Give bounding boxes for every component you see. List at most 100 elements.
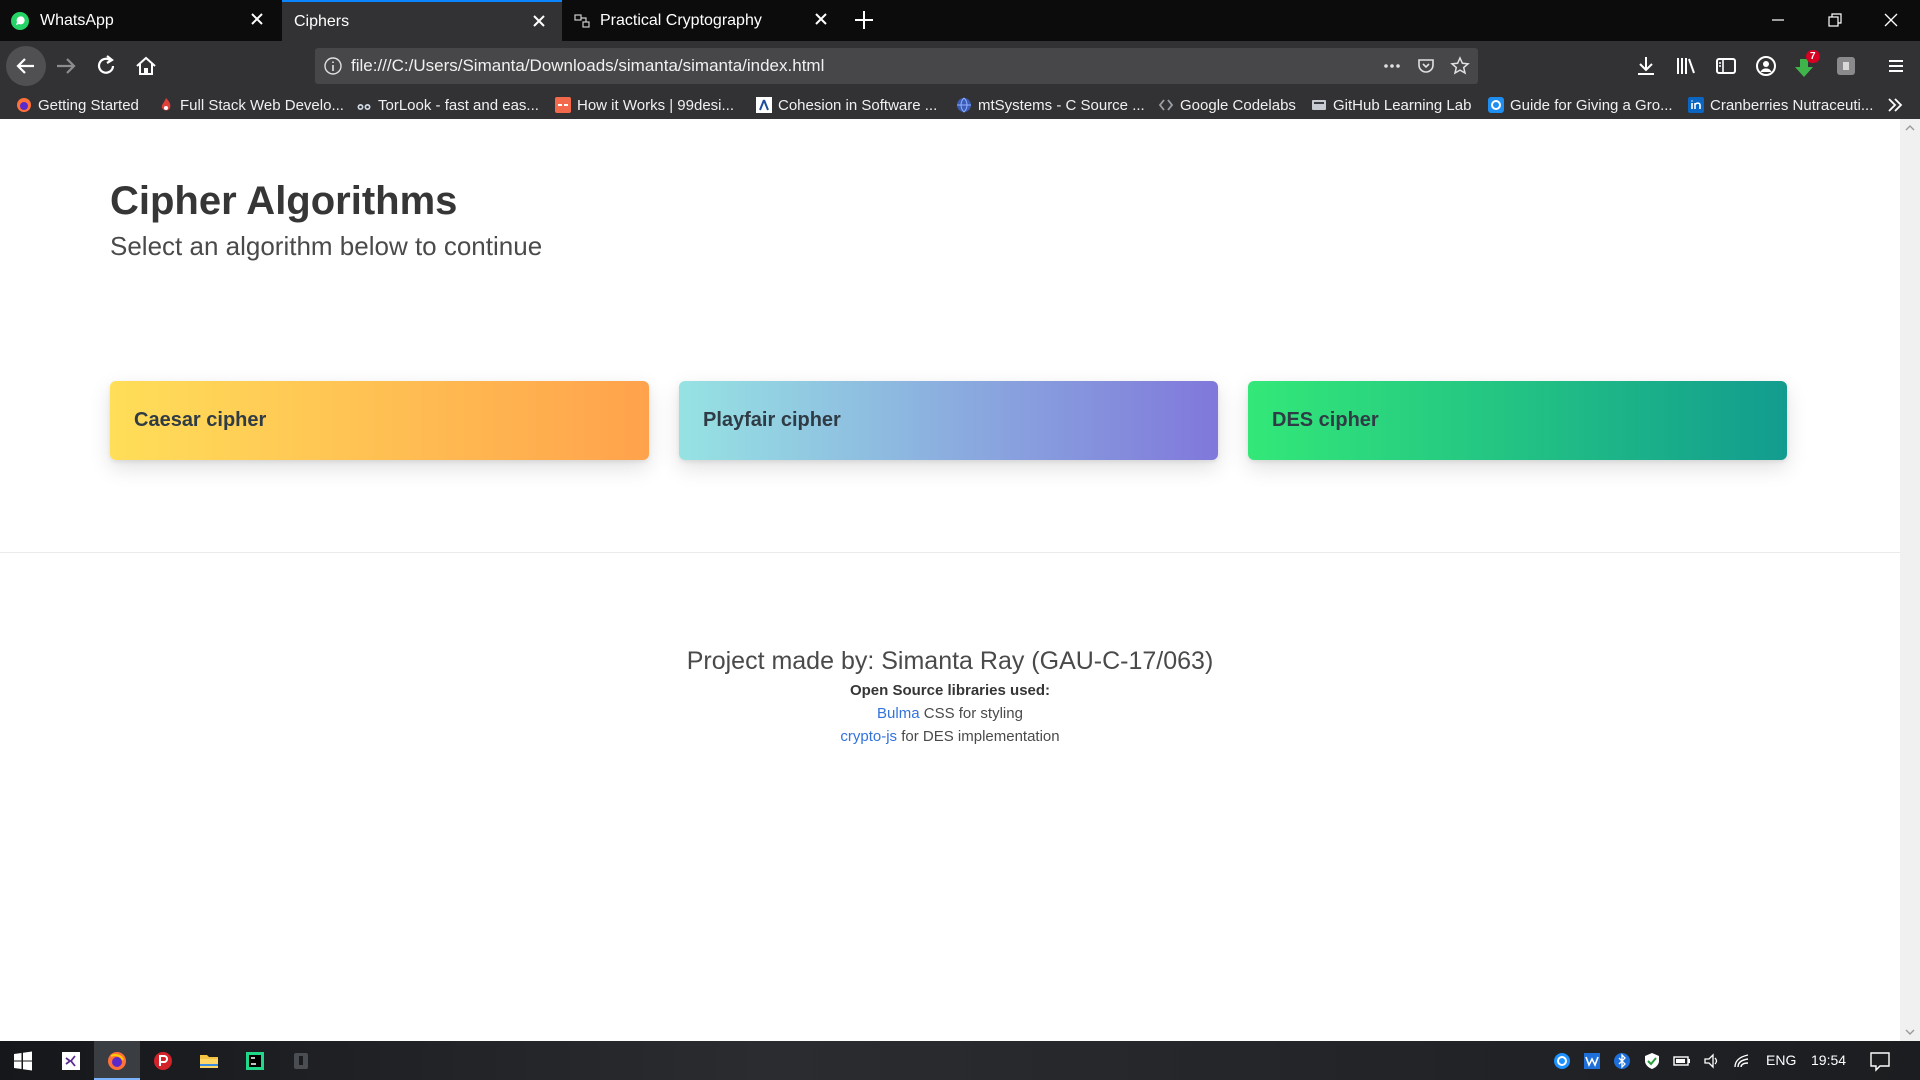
bookmark-item[interactable]: Guide for Giving a Gro... (1488, 94, 1673, 116)
card-label: DES cipher (1272, 409, 1379, 431)
tab-ciphers[interactable]: Ciphers (282, 0, 562, 41)
download-helper-extension[interactable]: 7 (1792, 50, 1822, 80)
crypto-js-link[interactable]: crypto-js (840, 728, 897, 745)
library-line: crypto-js for DES implementation (0, 725, 1900, 748)
page-content: Cipher Algorithms Select an algorithm be… (0, 119, 1900, 1041)
page-actions-icon[interactable] (1382, 56, 1402, 76)
taskbar-app-visualstudio[interactable] (48, 1041, 94, 1080)
library-line: Bulma CSS for styling (0, 702, 1900, 725)
bookmark-item[interactable]: How it Works | 99desi... (555, 94, 734, 116)
w-app-icon[interactable] (1583, 1052, 1601, 1070)
windows-logo-icon (14, 1051, 32, 1071)
close-icon[interactable] (530, 12, 548, 30)
windows-taskbar: ENG 19:54 (0, 1041, 1920, 1080)
tab-title: Ciphers (294, 12, 350, 30)
address-bar[interactable]: file:///C:/Users/Simanta/Downloads/siman… (315, 48, 1478, 84)
volume-icon[interactable] (1703, 1052, 1721, 1070)
folder-icon (200, 1055, 218, 1068)
battery-icon[interactable] (1673, 1052, 1691, 1070)
visual-studio-icon (62, 1052, 80, 1070)
back-button[interactable] (6, 46, 46, 86)
bulma-link[interactable]: Bulma (877, 705, 920, 722)
new-tab-icon[interactable] (852, 8, 876, 32)
info-icon[interactable] (323, 56, 343, 76)
start-button[interactable] (0, 1041, 46, 1080)
taskbar-app-firefox[interactable] (94, 1041, 140, 1080)
page-scrollbar[interactable] (1900, 119, 1920, 1041)
bookmark-label: Cohesion in Software ... (778, 96, 938, 114)
sync-icon[interactable] (1553, 1052, 1571, 1070)
hamburger-menu-icon[interactable] (1882, 52, 1910, 80)
taskbar-app-pycharm[interactable] (232, 1041, 278, 1080)
taskbar-app-explorer[interactable] (186, 1041, 232, 1080)
bookmark-item[interactable]: mtSystems - C Source ... (956, 94, 1145, 116)
tab-title: WhatsApp (40, 11, 114, 29)
scroll-up-icon[interactable] (1905, 123, 1915, 133)
bookmark-item[interactable]: Google Codelabs (1158, 94, 1296, 116)
close-icon[interactable] (812, 10, 830, 28)
page-title: Cipher Algorithms (110, 179, 458, 223)
bookmark-label: mtSystems - C Source ... (978, 96, 1145, 114)
bookmark-star-icon[interactable] (1450, 56, 1470, 76)
bookmark-item[interactable]: GitHub Learning Lab (1311, 94, 1471, 116)
des-cipher-card[interactable]: DES cipher (1248, 381, 1787, 460)
download-icon[interactable] (1632, 52, 1660, 80)
input-language[interactable]: ENG (1766, 1052, 1796, 1068)
security-shield-icon[interactable] (1643, 1052, 1661, 1070)
page-subtitle: Select an algorithm below to continue (110, 231, 543, 261)
tab-title: Practical Cryptography (600, 11, 762, 29)
bookmark-label: Full Stack Web Develo... (180, 96, 344, 114)
firefox-icon (17, 98, 31, 112)
minimize-icon[interactable] (1768, 10, 1788, 30)
pocket-icon[interactable] (1416, 56, 1436, 76)
footer-credit: Project made by: Simanta Ray (GAU-C-17/0… (686, 647, 1214, 675)
bookmark-label: How it Works | 99desi... (577, 96, 735, 114)
firefox-icon (108, 1052, 126, 1070)
bookmark-label: Cranberries Nutraceuti... (1710, 96, 1874, 114)
reload-icon[interactable] (92, 52, 120, 80)
binoculars-icon (357, 104, 371, 110)
close-window-icon[interactable] (1881, 10, 1901, 30)
account-icon[interactable] (1752, 52, 1780, 80)
whatsapp-icon (11, 11, 29, 30)
globe-icon (957, 97, 971, 113)
clock-time[interactable]: 19:54 (1811, 1052, 1846, 1068)
tab-strip: WhatsApp Ciphers Practical Cryptography (0, 0, 1920, 41)
bookmark-item[interactable]: Getting Started (16, 94, 139, 116)
bookmark-label: Guide for Giving a Gro... (1510, 96, 1673, 114)
bookmark-item[interactable]: TorLook - fast and eas... (356, 94, 539, 116)
footer: Project made by: Simanta Ray (GAU-C-17/0… (0, 644, 1900, 748)
wifi-icon[interactable] (1733, 1052, 1751, 1070)
card-label: Caesar cipher (134, 409, 267, 431)
library-icon[interactable] (1672, 52, 1700, 80)
playfair-cipher-card[interactable]: Playfair cipher (679, 381, 1218, 460)
bookmark-item[interactable]: Cranberries Nutraceuti... (1688, 94, 1873, 116)
p-app-icon (154, 1052, 172, 1070)
notification-center-icon[interactable] (1869, 1050, 1891, 1072)
forward-arrow-icon[interactable] (52, 52, 80, 80)
url-text[interactable]: file:///C:/Users/Simanta/Downloads/siman… (351, 56, 824, 76)
restore-icon[interactable] (1825, 10, 1845, 30)
extension-badge: 7 (1806, 50, 1820, 63)
bookmarks-toolbar: Getting Started Full Stack Web Develo...… (0, 91, 1920, 119)
linkedin-icon (1688, 97, 1704, 113)
taskbar-app-pdf[interactable] (140, 1041, 186, 1080)
libraries-heading: Open Source libraries used: (849, 682, 1051, 699)
bookmark-item[interactable]: Full Stack Web Develo... (158, 94, 344, 116)
close-icon[interactable] (248, 10, 266, 28)
sidebar-icon[interactable] (1712, 52, 1740, 80)
cohesion-icon (756, 97, 772, 113)
tab-whatsapp[interactable]: WhatsApp (0, 0, 280, 41)
caesar-cipher-card[interactable]: Caesar cipher (110, 381, 649, 460)
home-icon[interactable] (132, 52, 160, 80)
tab-practical-cryptography[interactable]: Practical Cryptography (564, 0, 844, 41)
chevron-right-icon[interactable] (1886, 96, 1904, 114)
cryptography-icon (574, 13, 590, 28)
scroll-down-icon[interactable] (1905, 1027, 1915, 1037)
bookmark-item[interactable]: Cohesion in Software ... (756, 94, 937, 116)
taskbar-app-terminal[interactable] (278, 1041, 324, 1080)
github-lab-icon (1312, 100, 1326, 110)
extension-icon[interactable] (1832, 52, 1860, 80)
bluetooth-icon[interactable] (1613, 1052, 1631, 1070)
section-divider (0, 552, 1900, 553)
